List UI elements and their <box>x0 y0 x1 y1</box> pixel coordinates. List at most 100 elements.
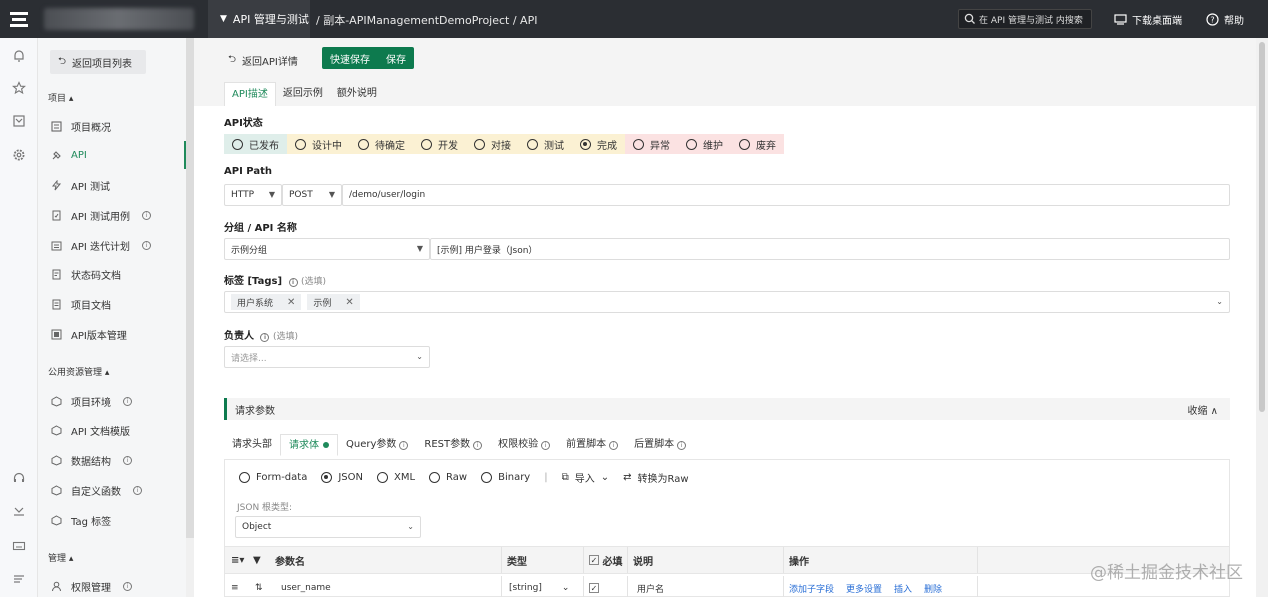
protocol-select[interactable]: HTTP ▼ <box>224 184 282 206</box>
menu-icon[interactable] <box>11 571 27 587</box>
settings-icon[interactable] <box>11 147 27 163</box>
download-tray-icon[interactable] <box>11 504 27 520</box>
section-project[interactable]: 项目 ▴ <box>48 91 73 104</box>
top-bar: ▼ API 管理与测试 / 副本-APIManagementDemoProjec… <box>0 0 1268 38</box>
main-scrollbar[interactable] <box>1256 38 1268 597</box>
sidebar-item-template[interactable]: API 文档模版 <box>38 416 186 444</box>
section-common-resources[interactable]: 公用资源管理 ▴ <box>48 365 109 378</box>
sidebar-item-permission[interactable]: 权限管理 i <box>38 572 186 597</box>
api-name-input[interactable]: [示例] 用户登录（Json） <box>430 238 1230 260</box>
sidebar-item-tag[interactable]: Tag 标签 <box>38 506 186 534</box>
sidebar-item-api-test[interactable]: API 测试 <box>38 171 186 199</box>
status-pending[interactable]: 待确定 <box>350 134 413 154</box>
status-done[interactable]: 完成 <box>572 134 625 154</box>
section-manage[interactable]: 管理 ▴ <box>48 551 73 564</box>
request-params-header[interactable]: 请求参数 收缩 ∧ <box>224 398 1230 420</box>
tab-post-script[interactable]: 后置脚本 i <box>626 434 694 456</box>
collapse-button[interactable]: 收缩 ∧ <box>1188 402 1219 417</box>
import-button[interactable]: ⧉ 导入 ⌄ <box>562 470 610 485</box>
expand-icon[interactable]: ▼ <box>253 547 261 573</box>
json-root-select[interactable]: Object ⌄ <box>235 516 421 538</box>
sidebar-item-version[interactable]: API版本管理 <box>38 320 186 348</box>
method-select[interactable]: POST ▼ <box>282 184 342 206</box>
group-select[interactable]: 示例分组 ▼ <box>224 238 430 260</box>
quick-save-button[interactable]: 快速保存 <box>330 51 370 66</box>
star-icon[interactable] <box>11 80 27 96</box>
sidebar-item-env[interactable]: 项目环境 i <box>38 387 186 415</box>
status-testing[interactable]: 测试 <box>519 134 572 154</box>
sidebar-item-project-doc[interactable]: 项目文档 <box>38 290 186 318</box>
radio-icon <box>239 472 250 483</box>
sidebar-item-data-structure[interactable]: 数据结构 i <box>38 446 186 474</box>
help-button[interactable]: ? 帮助 <box>1206 12 1244 27</box>
info-icon[interactable]: i <box>142 240 151 250</box>
permission-icon <box>50 580 62 592</box>
save-button[interactable]: 保存 <box>386 51 406 66</box>
bell-icon[interactable] <box>11 48 27 64</box>
delete-link[interactable]: 删除 <box>924 582 942 595</box>
download-desktop-button[interactable]: 下载桌面端 <box>1114 12 1182 27</box>
tags-input[interactable]: 用户系统 ✕ 示例 ✕ ⌄ <box>224 291 1230 313</box>
tab-query-params[interactable]: Query参数 i <box>338 434 416 456</box>
tab-rest-params[interactable]: REST参数 i <box>416 434 490 456</box>
convert-to-raw-button[interactable]: ⇄ 转换为Raw <box>623 470 688 485</box>
status-developing[interactable]: 开发 <box>413 134 466 154</box>
status-error[interactable]: 异常 <box>625 134 678 154</box>
sidebar-item-api[interactable]: API <box>38 141 186 169</box>
tab-api-description[interactable]: API描述 <box>224 82 276 106</box>
project-menu[interactable]: ▼ API 管理与测试 <box>208 0 310 38</box>
format-json[interactable]: JSON <box>321 472 363 483</box>
status-deprecated[interactable]: 废弃 <box>731 134 784 154</box>
status-designing[interactable]: 设计中 <box>287 134 350 154</box>
info-icon[interactable]: i <box>260 333 270 342</box>
status-published[interactable]: 已发布 <box>224 134 287 154</box>
drag-handle-icon[interactable]: ≡ <box>231 576 239 597</box>
back-to-project-list-button[interactable]: ⮌ 返回项目列表 <box>50 50 146 74</box>
format-binary[interactable]: Binary <box>481 472 530 483</box>
add-child-field-link[interactable]: 添加子字段 <box>789 582 834 595</box>
inbox-icon[interactable] <box>11 113 27 129</box>
more-settings-link[interactable]: 更多设置 <box>846 582 882 595</box>
format-form-data[interactable]: Form-data <box>239 472 307 483</box>
format-xml[interactable]: XML <box>376 472 415 483</box>
close-icon[interactable]: ✕ <box>345 297 353 308</box>
tab-request-body[interactable]: 请求体 <box>280 434 338 456</box>
tab-request-headers[interactable]: 请求头部 <box>224 434 280 456</box>
info-icon[interactable]: i <box>288 278 298 287</box>
info-icon[interactable]: i <box>123 581 132 591</box>
sidebar-item-function[interactable]: 自定义函数 i <box>38 476 186 504</box>
sidebar-item-test-case[interactable]: API 测试用例 i <box>38 201 186 229</box>
info-icon[interactable]: i <box>133 485 142 495</box>
close-icon[interactable]: ✕ <box>287 297 295 308</box>
insert-link[interactable]: 插入 <box>894 582 912 595</box>
tab-pre-script[interactable]: 前置脚本 i <box>558 434 626 456</box>
sidebar-item-iteration[interactable]: API 迭代计划 i <box>38 231 186 259</box>
format-raw[interactable]: Raw <box>429 472 467 483</box>
owner-select[interactable]: 请选择... ⌄ <box>224 346 430 368</box>
headset-icon[interactable] <box>11 470 27 486</box>
sidebar-item-overview[interactable]: 项目概况 <box>38 112 186 140</box>
sort-icon[interactable]: ⇅ <box>255 576 263 597</box>
param-name-cell[interactable]: user_name <box>281 576 331 597</box>
info-icon[interactable]: i <box>123 455 132 465</box>
logo-icon[interactable] <box>0 0 38 38</box>
status-maintenance[interactable]: 维护 <box>678 134 731 154</box>
api-path-input[interactable]: /demo/user/login <box>342 184 1230 206</box>
sidebar-item-status-doc[interactable]: 状态码文档 <box>38 260 186 288</box>
param-desc-cell[interactable]: 用户名 <box>637 576 664 597</box>
param-type-select[interactable]: [string] ⌄ <box>509 576 569 597</box>
tab-auth[interactable]: 权限校验 i <box>490 434 558 456</box>
back-to-api-detail-button[interactable]: ⮌ 返回API详情 <box>228 52 298 69</box>
checkbox-checked-icon[interactable]: ✓ <box>589 555 599 565</box>
sidebar-scrollbar[interactable] <box>186 38 194 538</box>
keyboard-icon[interactable] <box>11 538 27 554</box>
required-checkbox[interactable]: ✓ <box>589 576 599 597</box>
info-icon[interactable]: i <box>142 210 151 220</box>
info-icon[interactable]: i <box>123 396 132 406</box>
search-input[interactable]: 在 API 管理与测试 内搜索 <box>958 9 1092 29</box>
tab-extra-notes[interactable]: 额外说明 <box>330 82 384 106</box>
status-integration[interactable]: 对接 <box>466 134 519 154</box>
row-menu-icon[interactable]: ≡▾ <box>231 547 244 573</box>
scrollbar-thumb[interactable] <box>1259 42 1265 412</box>
tab-response-example[interactable]: 返回示例 <box>276 82 330 106</box>
